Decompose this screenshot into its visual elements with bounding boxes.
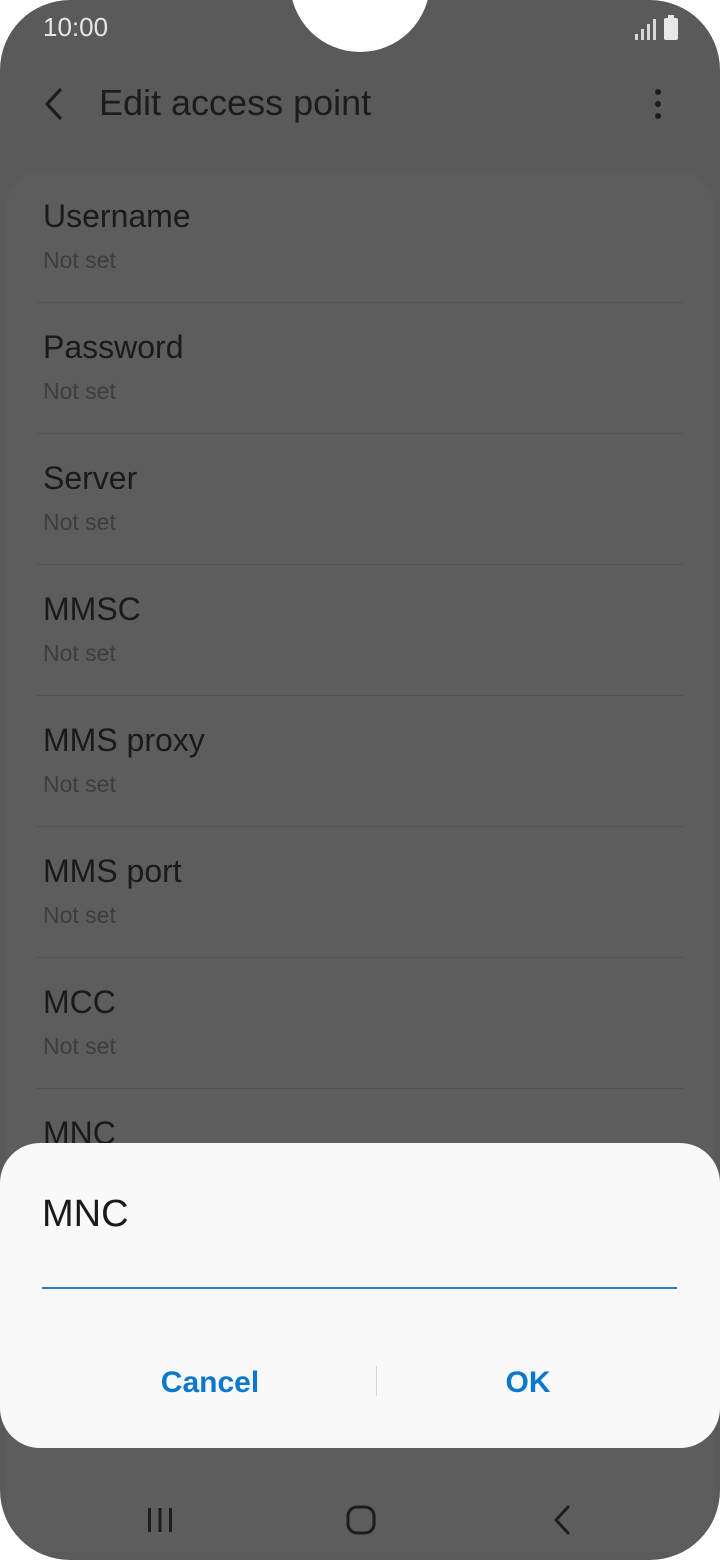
setting-value: Not set xyxy=(43,247,116,273)
button-divider xyxy=(376,1366,377,1396)
setting-item-username[interactable]: Username Not set xyxy=(6,172,714,303)
setting-value: Not set xyxy=(43,378,116,404)
status-time: 10:00 xyxy=(43,12,109,42)
navigation-bar xyxy=(0,1480,720,1560)
setting-value: Not set xyxy=(43,1033,116,1059)
setting-item-password[interactable]: Password Not set xyxy=(6,303,714,434)
setting-value: Not set xyxy=(43,902,116,928)
device-screen: 10:00 Edit access point Username Not set xyxy=(0,0,720,1560)
setting-title: MMS proxy xyxy=(43,722,205,758)
status-bar: 10:00 xyxy=(0,0,720,56)
setting-item-server[interactable]: Server Not set xyxy=(6,434,714,565)
setting-title: MMS port xyxy=(43,853,182,889)
setting-title: MMSC xyxy=(43,591,141,627)
cancel-button[interactable]: Cancel xyxy=(60,1355,360,1411)
setting-title: Password xyxy=(43,329,184,365)
status-icons xyxy=(635,14,678,40)
back-icon[interactable] xyxy=(532,1490,592,1550)
signal-icon xyxy=(635,18,656,40)
home-icon[interactable] xyxy=(331,1490,391,1550)
setting-value: Not set xyxy=(43,640,116,666)
mnc-input[interactable] xyxy=(42,1243,677,1289)
setting-value: Not set xyxy=(43,771,116,797)
ok-button[interactable]: OK xyxy=(378,1355,678,1411)
dialog-title: MNC xyxy=(42,1193,129,1235)
recents-icon[interactable] xyxy=(130,1490,190,1550)
more-vertical-icon[interactable] xyxy=(632,78,684,130)
setting-item-mms-port[interactable]: MMS port Not set xyxy=(6,827,714,958)
battery-icon xyxy=(664,15,678,40)
chevron-left-icon[interactable] xyxy=(28,78,80,130)
setting-title: Server xyxy=(43,460,138,496)
setting-item-mms-proxy[interactable]: MMS proxy Not set xyxy=(6,696,714,827)
setting-title: MCC xyxy=(43,984,116,1020)
page-title: Edit access point xyxy=(99,82,372,123)
mnc-dialog: MNC Cancel OK xyxy=(0,1143,720,1448)
setting-item-mmsc[interactable]: MMSC Not set xyxy=(6,565,714,696)
setting-title: Username xyxy=(43,198,191,234)
setting-value: Not set xyxy=(43,509,116,535)
app-bar: Edit access point xyxy=(0,64,720,144)
setting-item-mcc[interactable]: MCC Not set xyxy=(6,958,714,1089)
